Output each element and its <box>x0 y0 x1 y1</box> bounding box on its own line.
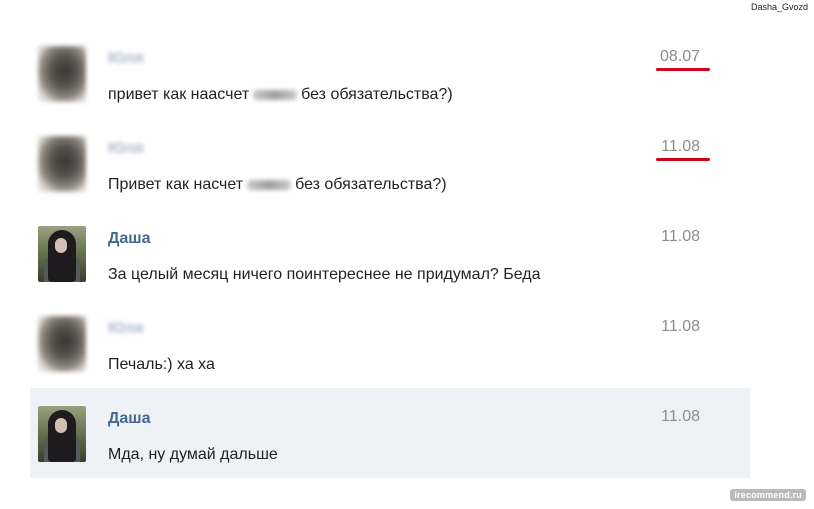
message-text: Привет как насчет без обязательства?) <box>108 176 447 193</box>
censored-word <box>253 89 298 100</box>
sender-name[interactable]: Даша <box>108 230 151 248</box>
message-feed: Юля 08.07 привет как наасчет без обязател… <box>30 28 750 478</box>
message-text: Мда, ну думай дальше <box>108 446 278 463</box>
message-item[interactable]: Юля 11.08 Печаль:) ха ха <box>30 298 750 388</box>
message-date: 11.08 <box>661 138 700 155</box>
message-date: 11.08 <box>661 408 700 425</box>
sender-name[interactable]: Юля <box>108 320 144 338</box>
censored-word <box>247 179 292 190</box>
site-logo: irecommend.ru <box>730 489 806 501</box>
avatar[interactable] <box>38 136 86 192</box>
sender-name[interactable]: Юля <box>108 50 144 68</box>
author-watermark: Dasha_Gvozd <box>750 2 808 12</box>
message-text: За целый месяц ничего поинтереснее не пр… <box>108 266 541 283</box>
red-underline-mark <box>656 68 710 71</box>
logo-text: irecommend.ru <box>734 490 802 500</box>
red-underline-mark <box>656 158 710 161</box>
avatar[interactable] <box>38 226 86 282</box>
avatar[interactable] <box>38 316 86 372</box>
sender-name[interactable]: Юля <box>108 140 144 158</box>
message-item[interactable]: Юля 11.08 Привет как насчет без обязатель… <box>30 118 750 208</box>
avatar[interactable] <box>38 46 86 102</box>
message-date: 11.08 <box>661 318 700 335</box>
sender-name[interactable]: Даша <box>108 410 151 428</box>
message-item[interactable]: Даша 11.08 Мда, ну думай дальше <box>30 388 750 478</box>
message-date: 08.07 <box>659 48 700 65</box>
message-text: Печаль:) ха ха <box>108 356 215 373</box>
message-date: 11.08 <box>661 228 700 245</box>
message-item[interactable]: Юля 08.07 привет как наасчет без обязател… <box>30 28 750 118</box>
message-item[interactable]: Даша 11.08 За целый месяц ничего поинтер… <box>30 208 750 298</box>
message-text: привет как наасчет без обязательства?) <box>108 86 453 103</box>
avatar[interactable] <box>38 406 86 462</box>
